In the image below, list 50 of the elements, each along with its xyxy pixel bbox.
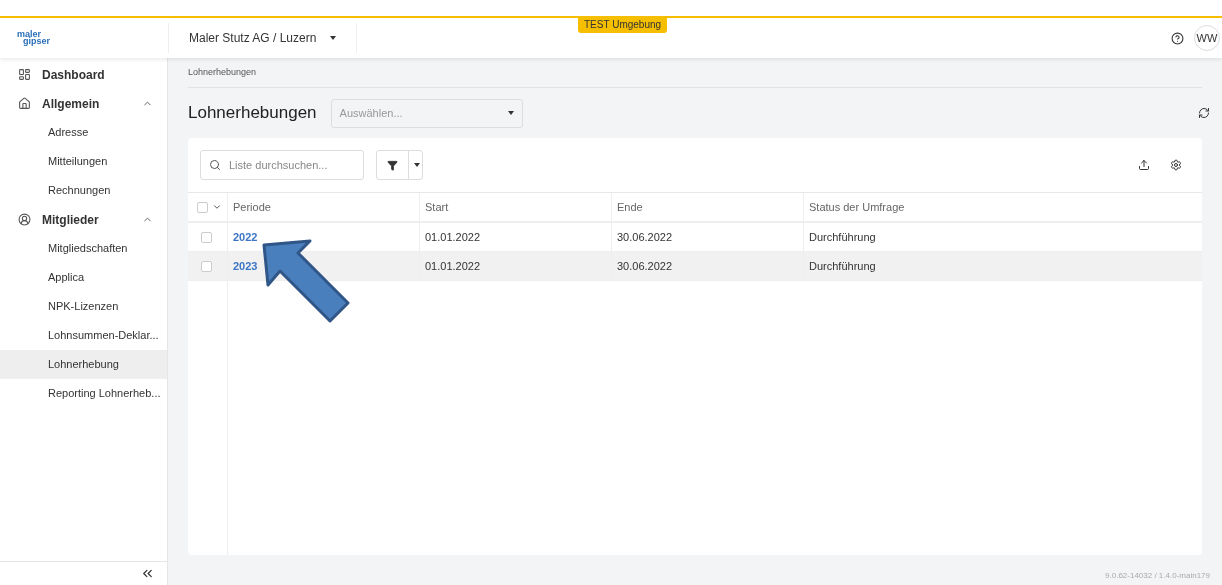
search-field[interactable]: Liste durchsuchen... <box>200 150 364 180</box>
column-header[interactable]: Status der Umfrage <box>804 193 1202 221</box>
logo: maler gipser <box>17 31 50 45</box>
nav-item[interactable]: Mitgliedschaften <box>0 234 167 263</box>
caret-icon <box>414 163 420 167</box>
period-link[interactable]: 2022 <box>233 228 258 246</box>
table-cell-text: Durchführung <box>809 229 876 245</box>
chevron-down-icon[interactable] <box>212 202 222 212</box>
breadcrumb[interactable]: Lohnerhebungen <box>188 65 257 80</box>
version-text: 9.0.62-14032 / 1.4.0-main179 <box>1105 570 1210 582</box>
table-row[interactable]: 2023 01.01.2022 30.06.2022 Durchführung <box>188 252 1202 281</box>
caret-icon <box>330 36 337 40</box>
row-checkbox[interactable] <box>201 231 212 243</box>
organization-dropdown[interactable]: Maler Stutz AG / Luzern <box>189 29 337 47</box>
nav-group[interactable]: Mitglieder <box>0 205 167 234</box>
column-header[interactable]: Periode <box>228 193 420 221</box>
search-icon <box>209 159 221 171</box>
table-cell-text: 01.01.2022 <box>425 229 481 245</box>
nav-icon <box>18 213 31 226</box>
nav-item[interactable]: NPK-Lizenzen <box>0 292 167 321</box>
nav-item[interactable]: Lohnerhebung <box>0 350 167 379</box>
column-header[interactable]: Ende <box>612 193 804 221</box>
table-cell-text: 01.01.2022 <box>425 258 481 274</box>
table-cell-text: 30.06.2022 <box>617 258 673 274</box>
nav-item[interactable]: Applica <box>0 263 167 292</box>
table-row[interactable]: 2022 01.01.2022 30.06.2022 Durchführung <box>188 223 1202 252</box>
help-icon[interactable] <box>1171 31 1184 45</box>
select-all-checkbox[interactable] <box>197 201 208 213</box>
nav-item[interactable]: Lohnsummen-Deklar... <box>0 321 167 350</box>
nav-group[interactable]: Dashboard <box>0 60 167 89</box>
nav-icon <box>18 97 31 110</box>
export-icon[interactable] <box>1138 159 1150 171</box>
nav-icon <box>18 68 31 81</box>
nav-item[interactable]: Adresse <box>0 118 167 147</box>
filter-button[interactable] <box>376 150 423 180</box>
row-checkbox[interactable] <box>201 260 212 272</box>
table-cell-text: 30.06.2022 <box>617 229 673 245</box>
period-link[interactable]: 2023 <box>233 257 258 275</box>
caret-icon <box>507 111 514 115</box>
column-header[interactable]: Start <box>420 193 612 221</box>
environment-badge: TEST Umgebung <box>578 16 668 33</box>
nav-item[interactable]: Reporting Lohnerheb... <box>0 379 167 408</box>
nav-item[interactable]: Rechnungen <box>0 176 167 205</box>
refresh-icon[interactable] <box>1198 107 1210 119</box>
filter-icon <box>387 159 398 171</box>
settings-icon[interactable] <box>1170 159 1182 171</box>
table-cell-text: Durchführung <box>809 258 876 274</box>
nav-item[interactable]: Mitteilungen <box>0 147 167 176</box>
nav-group[interactable]: Allgemein <box>0 89 167 118</box>
page-title: Lohnerhebungen <box>188 102 317 125</box>
